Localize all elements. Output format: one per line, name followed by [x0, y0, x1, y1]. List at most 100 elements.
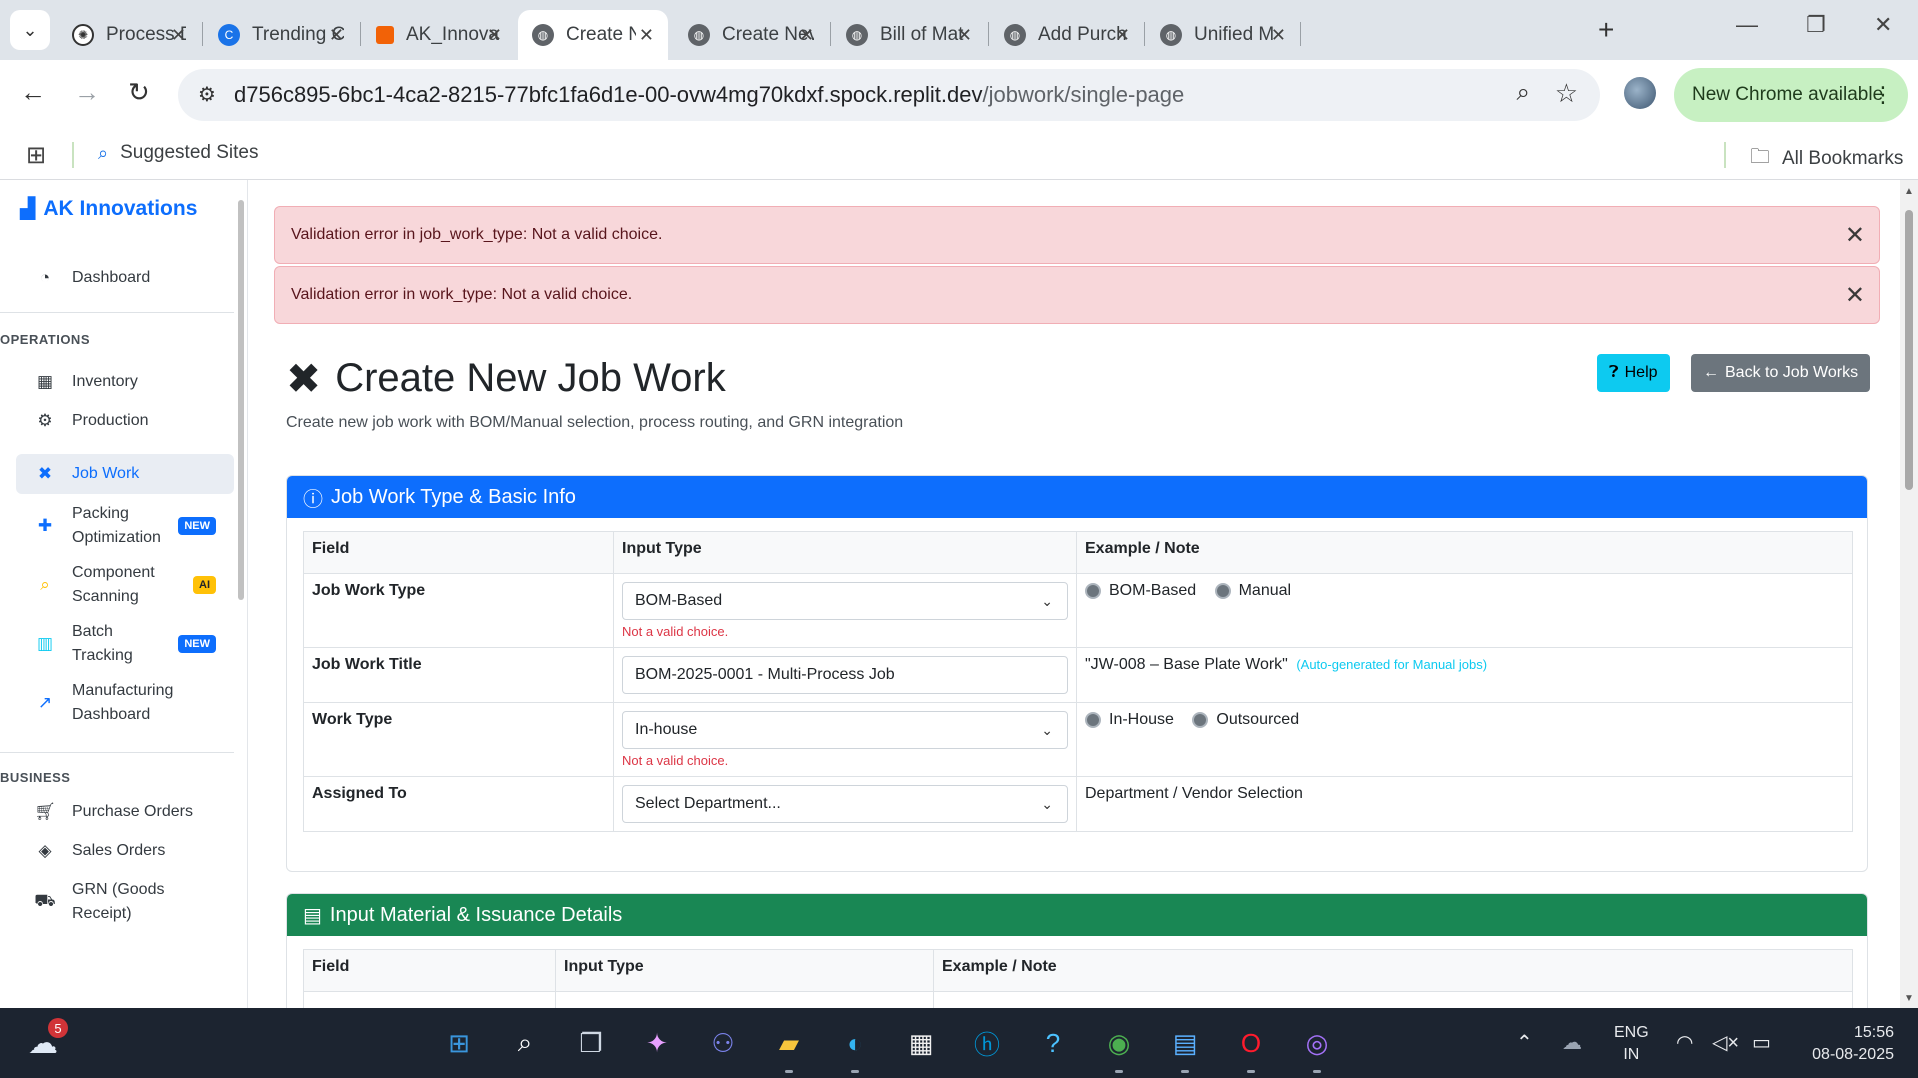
volume-muted-icon[interactable]: ◁×	[1712, 1030, 1739, 1055]
browser-tab[interactable]: ◍ Bill of Mat ✕	[832, 10, 986, 60]
restore-icon[interactable]: ❐	[1806, 12, 1826, 38]
zoom-icon[interactable]: ⌕	[1517, 79, 1530, 107]
file-explorer-icon[interactable]: ▰	[770, 1024, 808, 1062]
sidebar-item-sales-orders[interactable]: ◈ Sales Orders	[16, 831, 234, 871]
sidebar-item-dashboard[interactable]: ◔ Dashboard	[16, 258, 234, 298]
radio-dot[interactable]	[1192, 712, 1209, 728]
close-tab-icon[interactable]: ✕	[1271, 25, 1286, 46]
sidebar-scrollbar[interactable]	[235, 180, 247, 1008]
brand-logo[interactable]: ▟ AK Innovations	[20, 196, 197, 221]
kebab-menu-icon[interactable]: ⋮	[1872, 82, 1894, 108]
close-tab-icon[interactable]: ✕	[1115, 25, 1130, 46]
sidebar-item-component-scanning[interactable]: ⌕ Component Scanning AI	[16, 557, 234, 613]
tab-separator	[360, 22, 361, 46]
sidebar-item-job-work[interactable]: ✖ Job Work	[16, 454, 234, 494]
tab-separator	[1300, 22, 1301, 46]
reload-icon[interactable]: ↻	[128, 77, 150, 108]
radio-dot[interactable]	[1085, 712, 1101, 728]
job-work-title-input[interactable]: BOM-2025-0001 - Multi-Process Job	[622, 656, 1068, 694]
close-icon[interactable]: ✕	[1845, 221, 1865, 250]
address-bar[interactable]: ⚙ d756c895-6bc1-4ca2-8215-77bfc1fa6d1e-0…	[178, 69, 1600, 121]
notepad-icon[interactable]: ▤	[1166, 1024, 1204, 1062]
radio-dot[interactable]	[1214, 583, 1231, 599]
clock-date: 08-08-2025	[1812, 1046, 1894, 1063]
browser-tab-active[interactable]: ◍ Create Nev ✕	[518, 10, 668, 60]
store-icon[interactable]: ▦	[902, 1024, 940, 1062]
close-tab-icon[interactable]: ✕	[799, 25, 814, 46]
close-icon[interactable]: ✕	[1845, 281, 1865, 310]
close-tab-icon[interactable]: ✕	[487, 25, 502, 46]
close-window-icon[interactable]: ✕	[1874, 12, 1892, 38]
weather-widget[interactable]: ☁ 5	[28, 1018, 68, 1061]
chevron-up-icon[interactable]: ⌃	[1516, 1030, 1533, 1055]
job-work-type-select[interactable]: BOM-Based ⌄	[622, 582, 1068, 620]
page-title: ✖ Create New Job Work	[286, 354, 726, 403]
sidebar-item-production[interactable]: ⚙ Production	[16, 401, 234, 441]
scroll-down-arrow-icon[interactable]: ▼	[1904, 993, 1914, 1004]
wifi-icon[interactable]: ◠	[1676, 1030, 1693, 1055]
browser-tab[interactable]: C Trending C ✕	[204, 10, 358, 60]
close-tab-icon[interactable]: ✕	[639, 25, 654, 46]
radio-manual[interactable]: Manual	[1214, 582, 1291, 600]
radio-bom-based[interactable]: BOM-Based	[1085, 582, 1196, 600]
work-type-select[interactable]: In-house ⌄	[622, 711, 1068, 749]
profile-avatar[interactable]	[1624, 77, 1656, 109]
sidebar-item-inventory[interactable]: ▦ Inventory	[16, 362, 234, 402]
github-icon[interactable]: ◎	[1298, 1024, 1336, 1062]
radio-dot[interactable]	[1085, 583, 1101, 599]
radio-in-house[interactable]: In-House	[1085, 711, 1174, 729]
close-tab-icon[interactable]: ✕	[957, 25, 972, 46]
new-tab-button[interactable]: +	[1598, 14, 1614, 46]
browser-tab[interactable]: ◍ Create Nev ✕	[674, 10, 828, 60]
task-view-icon[interactable]: ❐	[572, 1024, 610, 1062]
close-tab-icon[interactable]: ✕	[171, 25, 186, 46]
edge-icon[interactable]: ◐	[836, 1024, 874, 1062]
note-cell: In-House Outsourced	[1076, 702, 1853, 777]
column-header: Field	[303, 531, 614, 574]
back-to-job-works-button[interactable]: ← Back to Job Works	[1691, 354, 1871, 392]
copilot-icon[interactable]: ✦	[638, 1024, 676, 1062]
tab-separator	[202, 22, 203, 46]
windows-start-icon[interactable]: ⊞	[440, 1024, 478, 1062]
onedrive-icon[interactable]: ☁	[1562, 1030, 1582, 1055]
hp-icon[interactable]: ⓗ	[968, 1024, 1006, 1062]
sidebar-item-packing-optimization[interactable]: ✚ Packing Optimization NEW	[16, 498, 234, 554]
page-scroll-thumb[interactable]	[1905, 210, 1913, 490]
browser-tab[interactable]: ✺ Process De ✕	[58, 10, 200, 60]
tab-search-button[interactable]: ⌄	[10, 10, 50, 50]
sidebar-item-manufacturing-dashboard[interactable]: ↗ Manufacturing Dashboard	[16, 675, 234, 731]
sidebar-item-batch-tracking[interactable]: ▥ Batch Tracking NEW	[16, 616, 234, 672]
language-indicator[interactable]: ENG IN	[1614, 1022, 1649, 1066]
back-arrow-icon[interactable]: ←	[20, 77, 46, 108]
search-icon[interactable]: ⌕	[506, 1024, 544, 1062]
browser-tab[interactable]: ◍ Add Purch ✕	[990, 10, 1144, 60]
all-bookmarks-button[interactable]: 🗀 All Bookmarks	[1750, 142, 1903, 176]
site-settings-icon[interactable]: ⚙	[198, 82, 216, 107]
battery-icon[interactable]: ▭	[1752, 1030, 1771, 1055]
system-clock[interactable]: 15:56 08-08-2025	[1794, 1022, 1894, 1066]
suggested-sites-bookmark[interactable]: ⌕ Suggested Sites	[98, 142, 258, 164]
assigned-to-select[interactable]: Select Department... ⌄	[622, 785, 1068, 823]
sidebar-scroll-thumb[interactable]	[238, 200, 244, 600]
forward-arrow-icon[interactable]: →	[74, 77, 100, 108]
help-button[interactable]: ❓︎ Help	[1597, 354, 1670, 392]
minimize-icon[interactable]: —	[1736, 12, 1758, 38]
opera-icon[interactable]: O	[1232, 1024, 1270, 1062]
help-icon[interactable]: ?	[1034, 1024, 1072, 1062]
running-indicator	[1247, 1070, 1255, 1073]
sidebar-divider	[0, 312, 234, 313]
close-tab-icon[interactable]: ✕	[329, 25, 344, 46]
sidebar-item-purchase-orders[interactable]: 🛒︎ Purchase Orders	[16, 792, 234, 832]
chrome-icon[interactable]: ◉	[1100, 1024, 1138, 1062]
browser-tab[interactable]: AK_Innova ✕	[362, 10, 516, 60]
url-text[interactable]: d756c895-6bc1-4ca2-8215-77bfc1fa6d1e-00-…	[234, 82, 1184, 108]
browser-tab[interactable]: ◍ Unified M ✕	[1146, 10, 1300, 60]
sidebar-item-grn[interactable]: ⛟ GRN (Goods Receipt)	[16, 874, 234, 930]
page-scrollbar[interactable]: ▲ ▼	[1900, 180, 1918, 1008]
scroll-up-arrow-icon[interactable]: ▲	[1904, 186, 1914, 197]
apps-grid-icon[interactable]: ⊞	[26, 141, 46, 170]
teams-icon[interactable]: ⚇	[704, 1024, 742, 1062]
bookmark-star-icon[interactable]: ☆	[1555, 78, 1578, 109]
radio-outsourced[interactable]: Outsourced	[1192, 711, 1299, 729]
new-chrome-available-button[interactable]: New Chrome available ⋮	[1674, 68, 1908, 122]
